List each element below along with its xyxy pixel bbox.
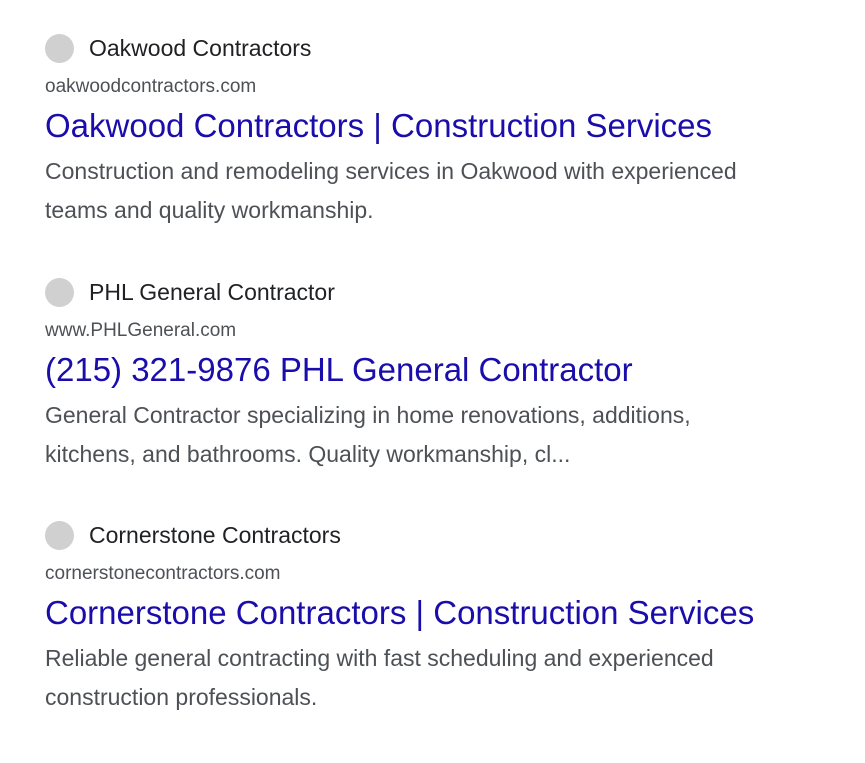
result-snippet-line: Construction and remodeling services in … (45, 158, 737, 184)
site-favicon-icon (45, 33, 74, 63)
result-snippet: Reliable general contracting with fast s… (45, 639, 845, 717)
result-snippet: General Contractor specializing in home … (45, 396, 845, 474)
search-result: Oakwood Contractors oakwoodcontractors.c… (45, 30, 845, 230)
result-url: www.PHLGeneral.com (45, 320, 237, 341)
result-title-link[interactable]: (215) 321-9876 PHL General Contractor (45, 349, 845, 391)
result-site-name: Oakwood Contractors (89, 35, 312, 61)
result-source-row[interactable]: Oakwood Contractors (45, 30, 845, 66)
result-site-name: PHL General Contractor (89, 279, 335, 305)
site-favicon-icon (45, 277, 74, 307)
result-site-name: Cornerstone Contractors (89, 522, 341, 548)
search-result: PHL General Contractor www.PHLGeneral.co… (45, 274, 845, 474)
result-title-link[interactable]: Oakwood Contractors | Construction Servi… (45, 105, 845, 147)
search-results-list: Oakwood Contractors oakwoodcontractors.c… (0, 0, 865, 763)
search-result: Cornerstone Contractors cornerstonecontr… (45, 517, 845, 717)
result-snippet-line: teams and quality workmanship. (45, 197, 374, 223)
site-favicon-icon (45, 520, 74, 550)
result-snippet-line: kitchens, and bathrooms. Quality workman… (45, 441, 571, 467)
result-url: cornerstonecontractors.com (45, 563, 281, 584)
result-snippet-line: construction professionals. (45, 684, 318, 710)
result-title-link[interactable]: Cornerstone Contractors | Construction S… (45, 592, 845, 634)
result-snippet-line: Reliable general contracting with fast s… (45, 645, 714, 671)
result-snippet-line: General Contractor specializing in home … (45, 402, 691, 428)
result-url: oakwoodcontractors.com (45, 76, 257, 97)
result-source-row[interactable]: PHL General Contractor (45, 274, 845, 310)
result-snippet: Construction and remodeling services in … (45, 152, 845, 230)
result-source-row[interactable]: Cornerstone Contractors (45, 517, 845, 553)
